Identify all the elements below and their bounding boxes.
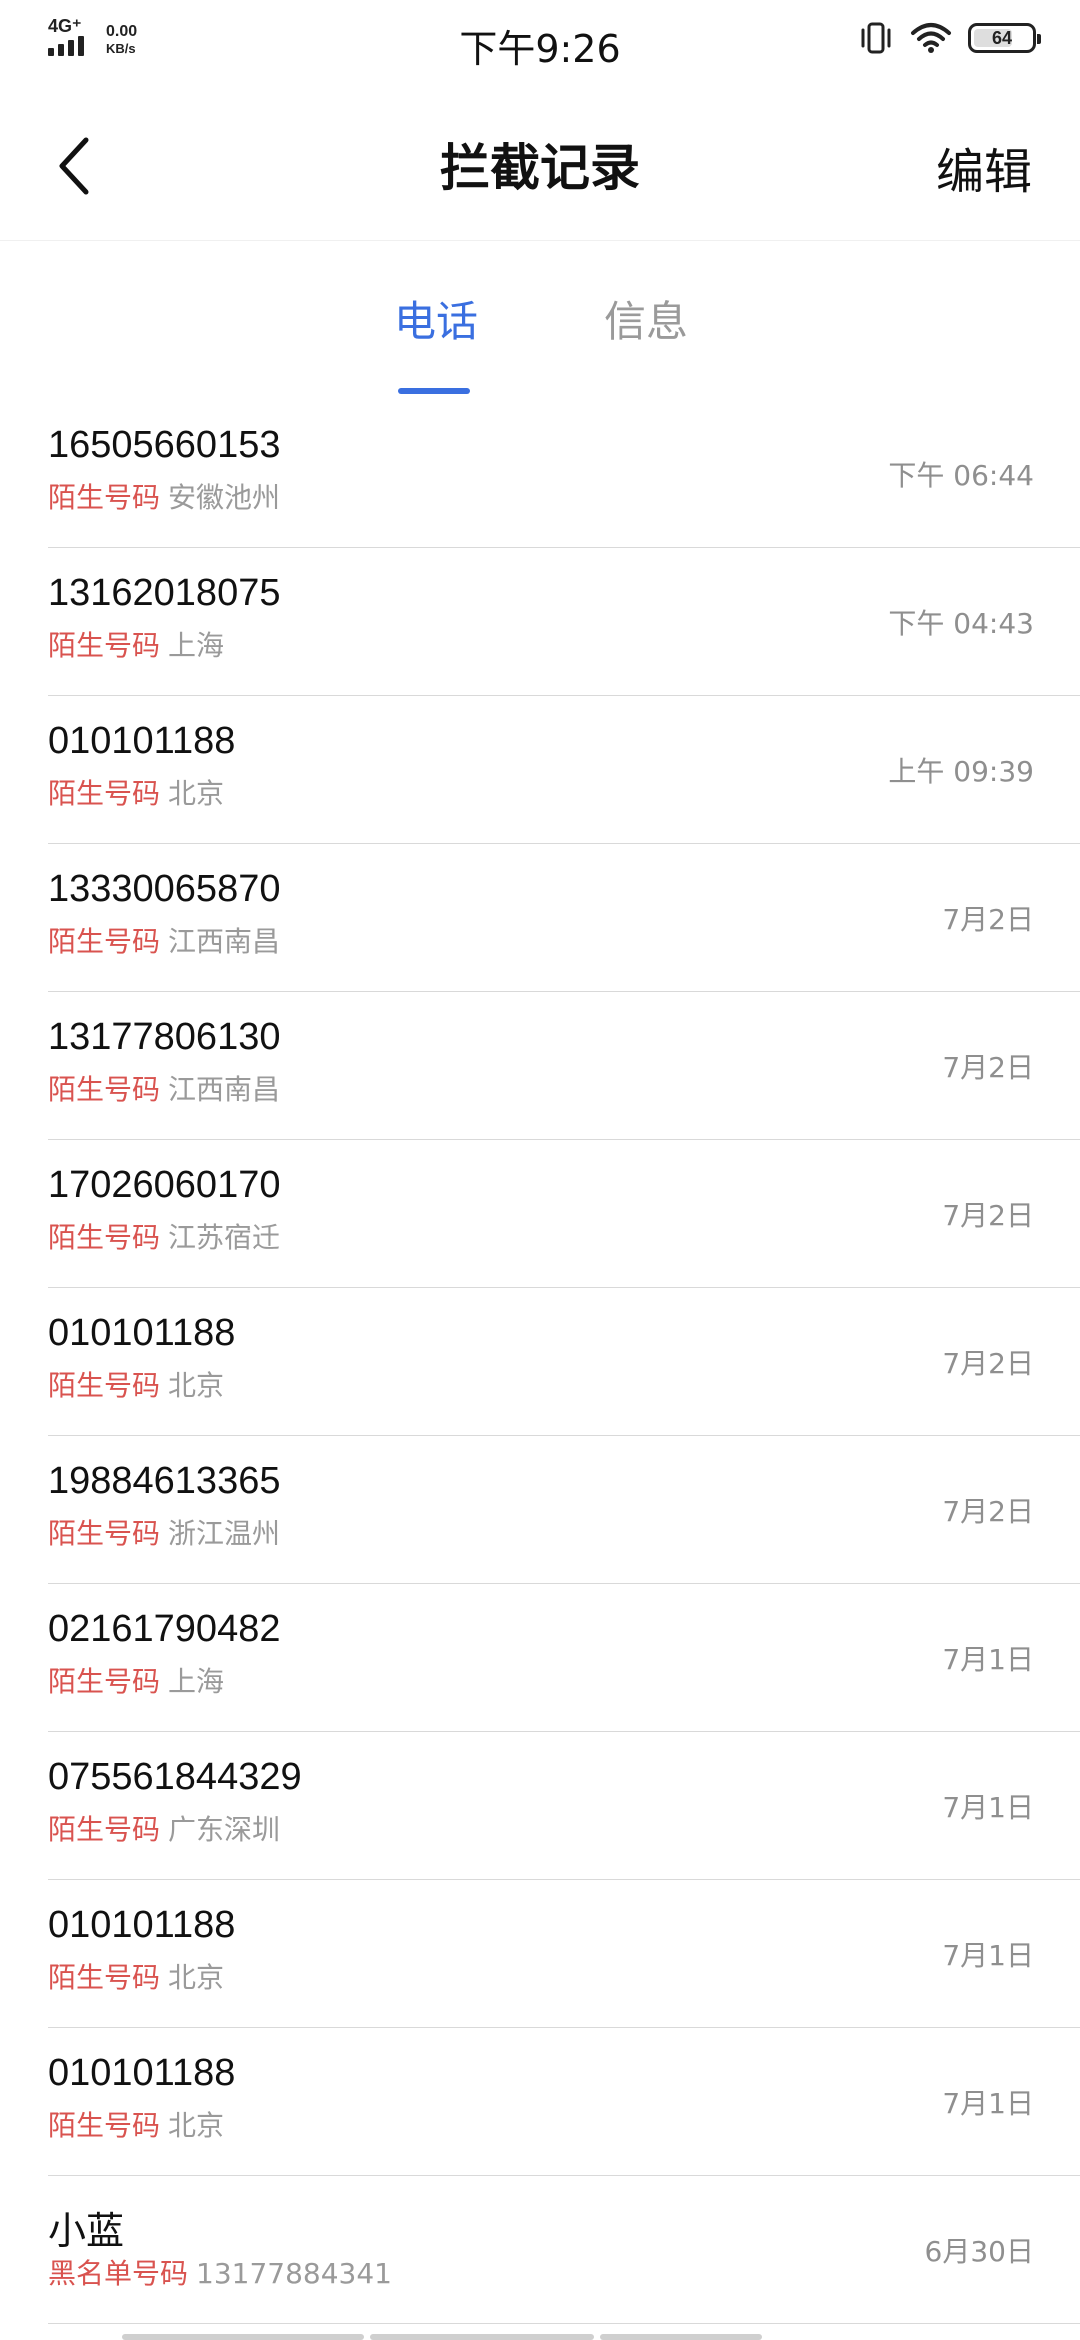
caller-number: 010101188 <box>48 720 236 762</box>
call-time: 7月1日 <box>942 1791 1034 1824</box>
tab-bar: 电话 信息 <box>0 280 1080 400</box>
caller-number: 010101188 <box>48 1312 236 1354</box>
caller-location: 上海 <box>168 629 225 662</box>
call-time: 6月30日 <box>924 2235 1034 2268</box>
bottom-scroll-indicator <box>122 2334 762 2340</box>
caller-meta: 陌生号码 上海 <box>48 1660 224 1700</box>
active-tab-indicator <box>398 388 470 394</box>
caller-location: 江苏宿迁 <box>168 1221 281 1254</box>
caller-number: 02161790482 <box>48 1608 281 1650</box>
caller-location: 北京 <box>168 2109 225 2142</box>
list-item[interactable]: 13162018075 陌生号码 上海 下午 04:43 <box>0 548 1080 696</box>
caller-meta: 陌生号码 浙江温州 <box>48 1512 280 1552</box>
caller-number: 17026060170 <box>48 1164 281 1206</box>
status-right: 64 <box>858 20 1041 56</box>
call-time: 7月2日 <box>942 1199 1034 1232</box>
call-time: 7月1日 <box>942 2087 1034 2120</box>
caller-name: 小蓝 <box>48 2211 125 2253</box>
caller-meta: 陌生号码 北京 <box>48 1364 224 1404</box>
call-time: 7月2日 <box>942 1051 1034 1084</box>
caller-tag: 陌生号码 <box>48 2109 161 2142</box>
caller-meta: 黑名单号码 13177884341 <box>48 2252 392 2292</box>
caller-tag: 黑名单号码 <box>48 2257 189 2290</box>
caller-tag: 陌生号码 <box>48 1517 161 1550</box>
tab-messages[interactable]: 信息 <box>604 288 688 349</box>
vibrate-icon <box>861 22 891 54</box>
caller-location: 北京 <box>168 1369 225 1402</box>
caller-tag: 陌生号码 <box>48 1369 161 1402</box>
caller-location: 浙江温州 <box>168 1517 281 1550</box>
call-time: 7月1日 <box>942 1939 1034 1972</box>
call-time: 7月2日 <box>942 1347 1034 1380</box>
caller-tag: 陌生号码 <box>48 1813 161 1846</box>
list-item[interactable]: 13177806130 陌生号码 江西南昌 7月2日 <box>0 992 1080 1140</box>
blocked-calls-list: 16505660153 陌生号码 安徽池州 下午 06:44 1316201807… <box>0 400 1080 2324</box>
caller-tag: 陌生号码 <box>48 777 161 810</box>
call-time: 下午 04:43 <box>888 607 1034 640</box>
page-title: 拦截记录 <box>440 139 640 197</box>
caller-number: 13330065870 <box>48 868 281 910</box>
list-item[interactable]: 010101188 陌生号码 北京 7月1日 <box>0 2028 1080 2176</box>
caller-location: 江西南昌 <box>168 925 281 958</box>
list-item[interactable]: 16505660153 陌生号码 安徽池州 下午 06:44 <box>0 400 1080 548</box>
list-item[interactable]: 19884613365 陌生号码 浙江温州 7月2日 <box>0 1436 1080 1584</box>
caller-meta: 陌生号码 北京 <box>48 2104 224 2144</box>
caller-location: 北京 <box>168 1961 225 1994</box>
caller-tag: 陌生号码 <box>48 629 161 662</box>
list-item[interactable]: 010101188 陌生号码 北京 7月2日 <box>0 1288 1080 1436</box>
caller-location: 江西南昌 <box>168 1073 281 1106</box>
caller-tag: 陌生号码 <box>48 1961 161 1994</box>
caller-number: 075561844329 <box>48 1756 302 1798</box>
caller-tag: 陌生号码 <box>48 1221 161 1254</box>
tab-calls[interactable]: 电话 <box>394 288 478 349</box>
caller-meta: 陌生号码 江苏宿迁 <box>48 1216 280 1256</box>
caller-number: 13162018075 <box>48 572 281 614</box>
list-item[interactable]: 17026060170 陌生号码 江苏宿迁 7月2日 <box>0 1140 1080 1288</box>
caller-number: 13177806130 <box>48 1016 281 1058</box>
caller-number: 19884613365 <box>48 1460 281 1502</box>
list-item[interactable]: 010101188 陌生号码 北京 上午 09:39 <box>0 696 1080 844</box>
caller-meta: 陌生号码 江西南昌 <box>48 920 280 960</box>
caller-tag: 陌生号码 <box>48 925 161 958</box>
call-time: 7月2日 <box>942 903 1034 936</box>
caller-meta: 陌生号码 安徽池州 <box>48 476 280 516</box>
list-item[interactable]: 小蓝 黑名单号码 13177884341 6月30日 <box>0 2176 1080 2324</box>
caller-meta: 陌生号码 北京 <box>48 772 224 812</box>
list-item[interactable]: 075561844329 陌生号码 广东深圳 7月1日 <box>0 1732 1080 1880</box>
wifi-icon <box>911 23 951 53</box>
call-time: 7月1日 <box>942 1643 1034 1676</box>
list-item[interactable]: 13330065870 陌生号码 江西南昌 7月2日 <box>0 844 1080 992</box>
caller-meta: 陌生号码 上海 <box>48 624 224 664</box>
app-header: 拦截记录 编辑 <box>0 86 1080 241</box>
caller-meta: 陌生号码 江西南昌 <box>48 1068 280 1108</box>
call-time: 下午 06:44 <box>888 459 1034 492</box>
caller-tag: 陌生号码 <box>48 1665 161 1698</box>
caller-phone: 13177884341 <box>196 2257 392 2290</box>
caller-number: 010101188 <box>48 2052 236 2094</box>
edit-button[interactable]: 编辑 <box>936 132 1032 202</box>
list-item[interactable]: 02161790482 陌生号码 上海 7月1日 <box>0 1584 1080 1732</box>
caller-location: 北京 <box>168 777 225 810</box>
list-item[interactable]: 010101188 陌生号码 北京 7月1日 <box>0 1880 1080 2028</box>
caller-tag: 陌生号码 <box>48 1073 161 1106</box>
caller-number: 16505660153 <box>48 424 281 466</box>
call-time: 7月2日 <box>942 1495 1034 1528</box>
battery-percent: 64 <box>991 27 1013 48</box>
call-time: 上午 09:39 <box>888 755 1034 788</box>
caller-number: 010101188 <box>48 1904 236 1946</box>
caller-meta: 陌生号码 广东深圳 <box>48 1808 280 1848</box>
caller-location: 安徽池州 <box>168 481 281 514</box>
caller-location: 广东深圳 <box>168 1813 281 1846</box>
status-bar: 4G⁺ 0.00 KB/s 下午9:26 64 <box>0 0 1080 86</box>
caller-location: 上海 <box>168 1665 225 1698</box>
battery-icon: 64 <box>968 23 1041 53</box>
caller-meta: 陌生号码 北京 <box>48 1956 224 1996</box>
caller-tag: 陌生号码 <box>48 481 161 514</box>
